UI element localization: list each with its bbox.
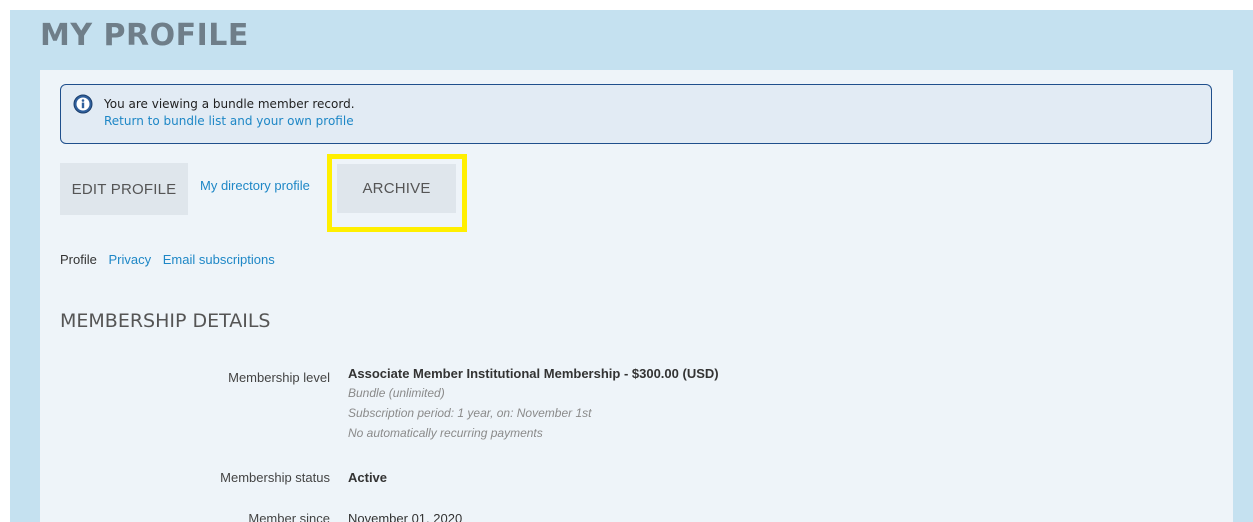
membership-level-detail: Bundle (unlimited) xyxy=(348,386,445,400)
return-to-bundle-link[interactable]: Return to bundle list and your own profi… xyxy=(104,113,354,130)
notice-text: You are viewing a bundle member record. xyxy=(104,97,355,111)
subnav-profile[interactable]: Profile xyxy=(60,252,97,267)
membership-level-value: Associate Member Institutional Membershi… xyxy=(348,366,719,381)
directory-profile-link[interactable]: My directory profile xyxy=(200,178,310,193)
membership-level-detail: No automatically recurring payments xyxy=(348,426,543,440)
bundle-notice: You are viewing a bundle member record. … xyxy=(60,84,1212,144)
member-since-label: Member since xyxy=(248,511,330,522)
membership-level-detail: Subscription period: 1 year, on: Novembe… xyxy=(348,406,592,420)
membership-level-label: Membership level xyxy=(228,370,330,385)
membership-status-value: Active xyxy=(348,470,388,485)
subnav-email-subscriptions[interactable]: Email subscriptions xyxy=(163,252,275,267)
profile-content: You are viewing a bundle member record. … xyxy=(40,70,1233,522)
member-since-value: November 01, 2020 xyxy=(348,511,463,522)
membership-details-heading: MEMBERSHIP DETAILS xyxy=(60,310,271,332)
membership-status-label: Membership status xyxy=(220,470,330,485)
archive-button[interactable]: ARCHIVE xyxy=(337,164,456,213)
page-title: MY PROFILE xyxy=(40,18,249,53)
edit-profile-button[interactable]: EDIT PROFILE xyxy=(60,163,188,215)
info-icon xyxy=(73,94,93,114)
page-frame: MY PROFILE You are viewing a bundle memb… xyxy=(10,10,1253,522)
profile-subnav: Profile Privacy Email subscriptions xyxy=(60,252,283,267)
subnav-privacy[interactable]: Privacy xyxy=(108,252,151,267)
